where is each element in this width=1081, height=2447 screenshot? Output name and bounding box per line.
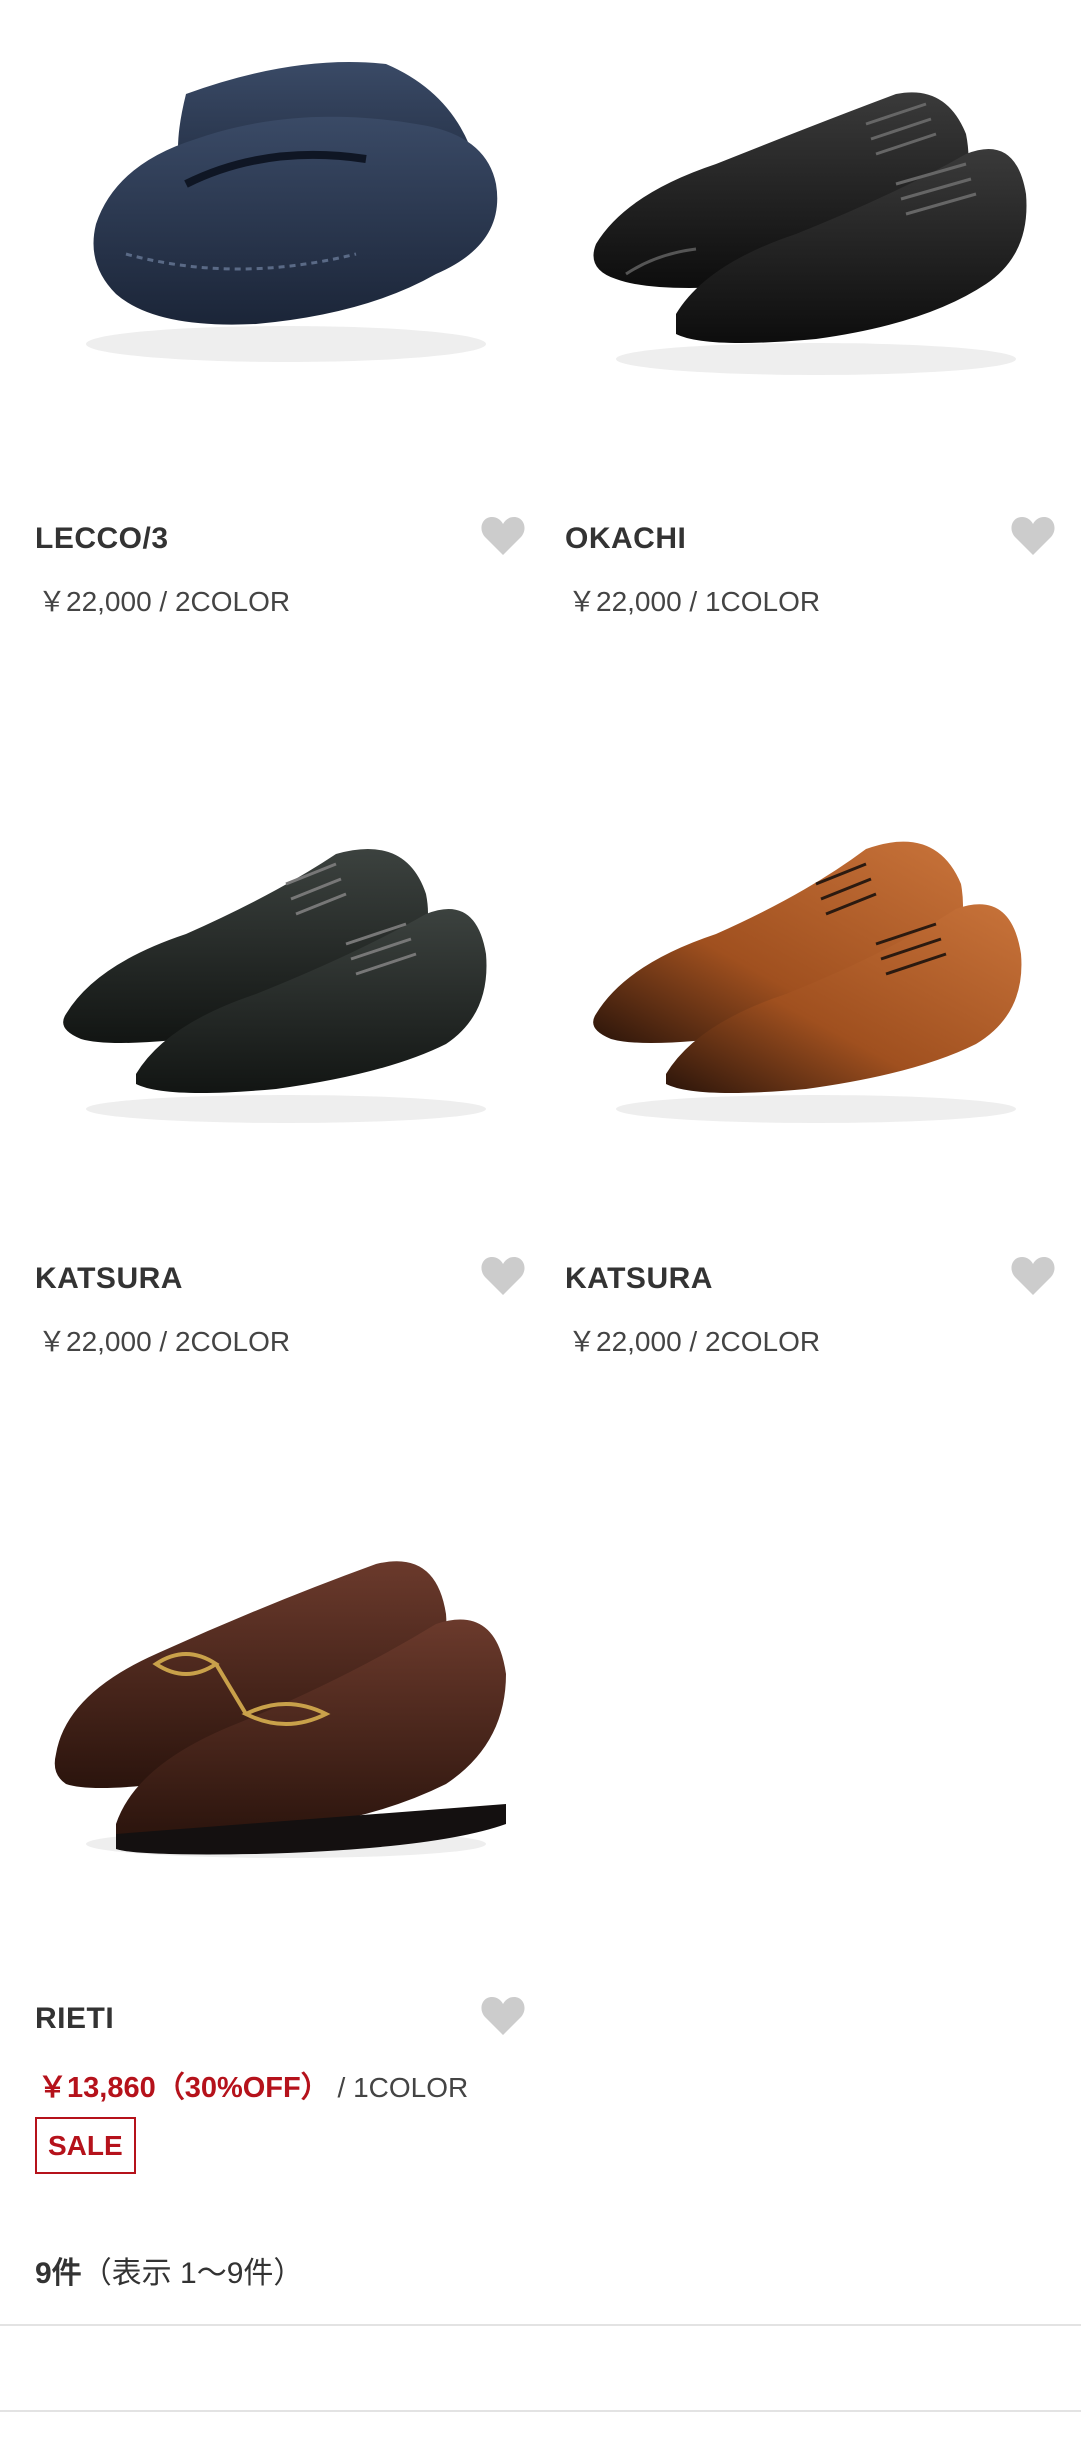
- heart-icon[interactable]: [480, 1995, 526, 2037]
- sale-price-line: ￥13,860（30%OFF） / 1COLOR: [38, 2064, 468, 2106]
- sale-price: ￥13,860: [38, 2072, 156, 2104]
- heart-icon[interactable]: [1010, 515, 1056, 557]
- product-price: ￥22,000 / 2COLOR: [568, 1326, 821, 1357]
- product-name[interactable]: LECCO/3: [35, 522, 169, 556]
- product-price: ￥22,000 / 2COLOR: [38, 1326, 291, 1357]
- heart-icon[interactable]: [480, 515, 526, 557]
- color-count: / 1COLOR: [337, 2072, 469, 2103]
- product-name[interactable]: KATSURA: [565, 1262, 713, 1296]
- sale-badge: SALE: [35, 2117, 136, 2174]
- product-price: ￥22,000 / 2COLOR: [38, 586, 291, 617]
- discount-label: （30%OFF）: [155, 2072, 330, 2104]
- result-count: 9件（表示 1〜9件）: [35, 2248, 303, 2292]
- product-image[interactable]: [36, 1504, 516, 1874]
- product-card[interactable]: OKACHI ￥22,000 / 1COLOR: [530, 0, 1060, 700]
- heart-icon[interactable]: [480, 1255, 526, 1297]
- product-price: ￥22,000 / 1COLOR: [568, 586, 821, 617]
- product-card[interactable]: KATSURA ￥22,000 / 2COLOR: [530, 740, 1060, 1440]
- product-image[interactable]: [566, 764, 1046, 1134]
- product-name[interactable]: OKACHI: [565, 522, 686, 556]
- product-image[interactable]: [36, 764, 516, 1134]
- result-range: （表示 1〜9件）: [81, 2257, 304, 2290]
- divider: [0, 2324, 1081, 2326]
- product-name[interactable]: RIETI: [35, 2002, 114, 2036]
- heart-icon[interactable]: [1010, 1255, 1056, 1297]
- divider: [0, 2410, 1081, 2412]
- result-total: 9件: [35, 2257, 82, 2290]
- product-image[interactable]: [36, 24, 516, 394]
- product-card[interactable]: LECCO/3 ￥22,000 / 2COLOR: [0, 0, 530, 700]
- product-name[interactable]: KATSURA: [35, 1262, 183, 1296]
- product-image[interactable]: [566, 24, 1046, 394]
- product-card[interactable]: KATSURA ￥22,000 / 2COLOR: [0, 740, 530, 1440]
